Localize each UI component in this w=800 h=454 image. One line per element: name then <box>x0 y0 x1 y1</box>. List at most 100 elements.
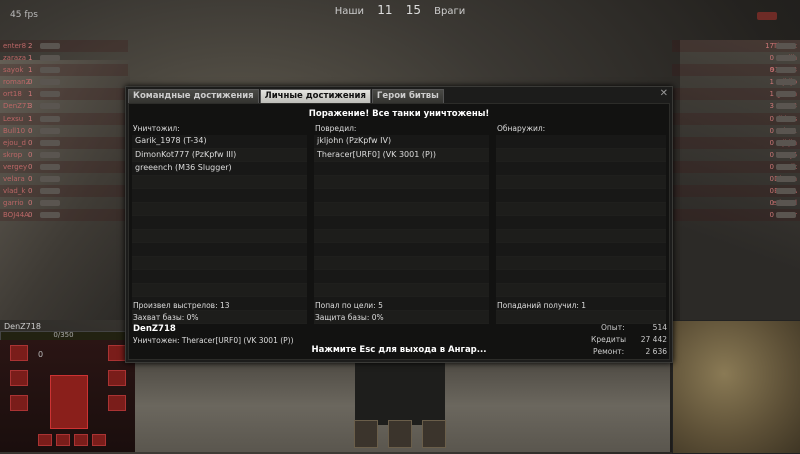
ammo-slot-3[interactable] <box>422 420 446 448</box>
crew-icon <box>92 434 106 446</box>
result-row <box>314 283 489 297</box>
team-player-frags: 0 <box>769 66 774 75</box>
tank-type-icon <box>776 55 796 62</box>
results-content: Поражение! Все танки уничтожены! Уничтож… <box>128 103 670 360</box>
team-row: sayok 1 <box>0 64 128 77</box>
team-player-frags: 1 <box>28 66 33 75</box>
team-row: green1 <box>672 88 800 101</box>
team-row: Lexsu 1 <box>0 112 128 125</box>
ally-team-list: enter8 2 zaraza 1 sayok 1 roman2 0 ort18 1 DenZ71 3… <box>0 40 128 222</box>
result-row: Garik_1978 (T-34) <box>132 135 307 149</box>
team-player-name: enter8 <box>3 42 27 50</box>
result-row <box>132 283 307 297</box>
result-row <box>496 162 666 176</box>
team-row: 9373830 <box>672 64 800 77</box>
result-row <box>132 175 307 189</box>
tank-type-icon <box>776 163 796 170</box>
team-player-frags: 0 <box>769 114 774 123</box>
tank-type-icon <box>776 43 796 49</box>
tank-type-icon <box>776 139 796 146</box>
module-icon <box>108 370 126 386</box>
result-row <box>496 283 666 297</box>
team-player-name: garrio <box>3 199 24 208</box>
team-row: velara 0 <box>0 173 128 185</box>
result-row: greeench (M36 Slugger) <box>132 162 307 176</box>
team-row: tuba10 <box>672 125 800 137</box>
result-row <box>496 310 666 324</box>
tank-type-icon <box>776 151 796 158</box>
result-row <box>314 229 489 243</box>
crew-icon <box>74 434 88 446</box>
close-icon[interactable]: ✕ <box>660 88 668 99</box>
team-player-name: ejou_d <box>3 138 26 147</box>
result-row <box>496 202 666 216</box>
result-row <box>496 135 666 149</box>
team-player-name: vlad_k <box>3 187 26 196</box>
team-player-name: DenZ71 <box>3 102 31 111</box>
team-row: ZZRJ60 <box>672 149 800 161</box>
enemy-status-icon <box>757 12 777 20</box>
experience-value: 514 <box>652 323 667 332</box>
damaged-header: Повредил: <box>315 124 357 133</box>
results-tabs: Командные достижения Личные достижения Гер… <box>128 89 445 104</box>
team-row: skrop 0 <box>0 149 128 161</box>
team-player-name: zaraza <box>3 54 27 63</box>
tank-type-icon <box>776 79 796 86</box>
result-row <box>314 202 489 216</box>
result-row <box>496 175 666 189</box>
result-row <box>496 270 666 284</box>
ammo-slot-1[interactable] <box>354 420 378 448</box>
team-player-frags: 1 <box>28 54 33 63</box>
player-name: DenZ718 <box>133 324 176 334</box>
shots-fired: Произвел выстрелов: 13 <box>133 301 230 310</box>
team-player-frags: 0 <box>769 175 774 184</box>
tank-type-icon <box>40 176 60 183</box>
enemy-count: 15 <box>405 3 421 17</box>
result-row <box>132 256 307 270</box>
minimap[interactable] <box>672 320 800 454</box>
esc-hint: Нажмите Esc для выхода в Ангар... <box>311 345 487 355</box>
speed-readout: 0 <box>38 350 44 359</box>
team-score: Наши 11 15 Враги <box>0 3 800 17</box>
team-row: DenZ71 3 <box>0 100 128 112</box>
team-player-frags: 3 <box>769 102 774 111</box>
destroyed-header: Уничтожил: <box>133 124 180 133</box>
tank-type-icon <box>776 115 796 122</box>
team-row: BOJ44A 0 <box>0 209 128 222</box>
team-player-frags: 3 <box>28 102 33 111</box>
team-player-frags: 1 <box>28 114 33 123</box>
result-row <box>132 216 307 230</box>
team-row: dhhos0 <box>672 112 800 125</box>
killed-by: Уничтожен: Theracer[URF0] (VK 3001 (P)) <box>133 336 294 345</box>
team-row: garrio 0 <box>0 197 128 209</box>
destroyed-list: Garik_1978 (T-34) DimonKot777 (PzKpfw III… <box>132 135 307 324</box>
tank-type-icon <box>40 188 60 195</box>
team-row: ort18 1 <box>0 88 128 101</box>
tab-2[interactable]: Герои битвы <box>371 89 444 104</box>
enemy-team-list: Therac17Trollh09373830jkljo1green1e1Zr33… <box>672 40 800 222</box>
team-player-frags: 0 <box>28 162 33 171</box>
tank-type-icon <box>776 176 796 183</box>
result-row <box>496 216 666 230</box>
team-player-frags: 0 <box>769 199 774 208</box>
hits-received: Попаданий получил: 1 <box>497 301 587 310</box>
team-player-name: Bull10 <box>3 126 26 135</box>
hits-on-target: Попал по цели: 5 <box>315 301 383 310</box>
tank-type-icon <box>40 212 60 219</box>
team-player-name: velara <box>3 175 25 184</box>
result-row <box>314 175 489 189</box>
team-row: vergey 0 <box>0 160 128 174</box>
tab-1[interactable]: Личные достижения <box>259 89 371 104</box>
crew-icon <box>38 434 52 446</box>
team-player-frags: 1 <box>769 90 774 99</box>
tab-0[interactable]: Командные достижения <box>128 89 259 104</box>
health-text: 0/350 <box>53 331 74 339</box>
team-row: BoKKA0 <box>672 185 800 198</box>
ammo-slot-2[interactable] <box>388 420 412 448</box>
team-row: e1Zr33 <box>672 100 800 112</box>
team-player-frags: 0 <box>769 54 774 63</box>
module-icon <box>108 345 126 361</box>
team-player-frags: 0 <box>769 211 774 220</box>
result-row <box>132 229 307 243</box>
team-player-frags: 0 <box>28 150 33 159</box>
